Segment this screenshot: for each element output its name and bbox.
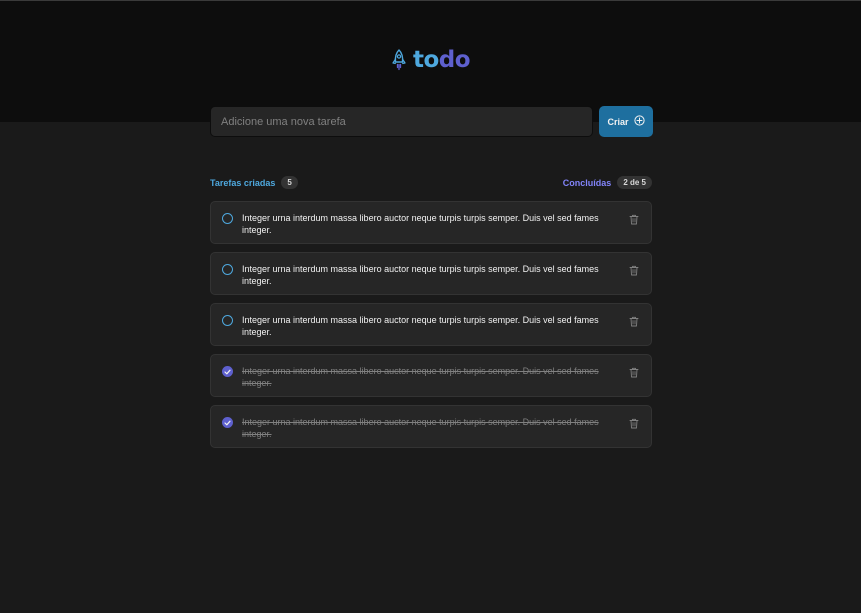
new-task-input[interactable] (210, 106, 593, 137)
app-title: todo (412, 47, 471, 73)
task-item: Integer urna interdum massa libero aucto… (210, 303, 652, 346)
app-title-part2: do (438, 47, 471, 73)
task-text: Integer urna interdum massa libero aucto… (242, 213, 599, 235)
task-text: Integer urna interdum massa libero aucto… (242, 417, 599, 439)
trash-icon[interactable] (628, 264, 640, 276)
done-counter: Concluídas 2 de 5 (563, 176, 652, 189)
task-checkbox[interactable] (222, 315, 233, 326)
task-counters: Tarefas criadas 5 Concluídas 2 de 5 (210, 176, 652, 189)
trash-icon[interactable] (628, 366, 640, 378)
created-label: Tarefas criadas (210, 177, 276, 188)
task-item: Integer urna interdum massa libero aucto… (210, 252, 652, 295)
create-button[interactable]: Criar (599, 106, 653, 137)
task-text: Integer urna interdum massa libero aucto… (242, 366, 599, 388)
trash-icon[interactable] (628, 315, 640, 327)
rocket-icon (391, 49, 407, 71)
task-text: Integer urna interdum massa libero aucto… (242, 315, 599, 337)
new-task-form: Criar (210, 106, 653, 137)
trash-icon[interactable] (628, 417, 640, 429)
task-checkbox[interactable] (222, 366, 233, 377)
task-item: Integer urna interdum massa libero aucto… (210, 405, 652, 448)
task-checkbox[interactable] (222, 417, 233, 428)
created-count-badge: 5 (281, 176, 298, 189)
task-checkbox[interactable] (222, 264, 233, 275)
create-button-label: Criar (607, 116, 629, 127)
created-counter: Tarefas criadas 5 (210, 176, 298, 189)
plus-circle-icon (633, 115, 645, 128)
logo: todo (0, 47, 861, 73)
task-item: Integer urna interdum massa libero aucto… (210, 201, 652, 244)
task-checkbox[interactable] (222, 213, 233, 224)
done-label: Concluídas (562, 177, 612, 188)
task-item: Integer urna interdum massa libero aucto… (210, 354, 652, 397)
app-title-part1: to (412, 47, 439, 73)
task-text: Integer urna interdum massa libero aucto… (242, 264, 599, 286)
done-count-badge: 2 de 5 (617, 176, 652, 189)
header: todo (0, 0, 861, 122)
task-list: Integer urna interdum massa libero aucto… (210, 201, 652, 448)
trash-icon[interactable] (628, 213, 640, 225)
